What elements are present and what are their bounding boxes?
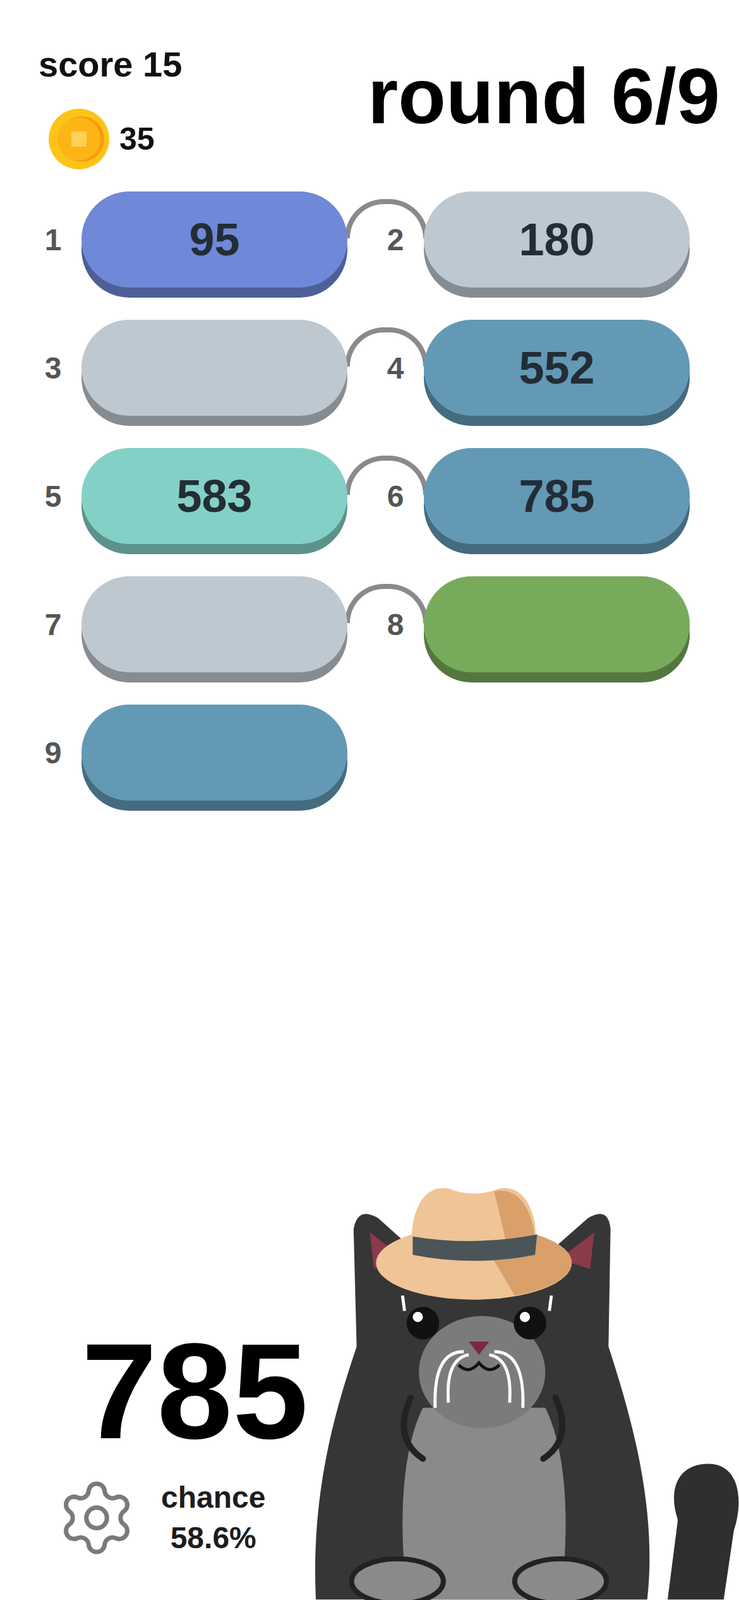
- slot: 6785: [380, 447, 690, 554]
- coin-balance: 35: [47, 107, 182, 171]
- slot-list: 19521803455255836785789: [0, 191, 739, 811]
- slot: 8: [380, 576, 690, 683]
- current-panel: 785 chance58.6%: [0, 1322, 306, 1600]
- slot: 9: [37, 704, 348, 811]
- slot-number: 2: [380, 191, 411, 288]
- slot-row: 78: [37, 576, 739, 683]
- slot-pill[interactable]: 552: [423, 319, 690, 416]
- slot: 2180: [380, 191, 690, 298]
- slot-number: 7: [37, 576, 69, 673]
- game-screen: score 1535round 6/9195218034552558367857…: [0, 0, 739, 1600]
- score: score 15: [38, 44, 182, 85]
- slot-number: 9: [37, 704, 69, 801]
- slot-row: 3 4552: [37, 319, 739, 426]
- slot: 4552: [380, 319, 690, 426]
- pair-connector: [344, 583, 429, 623]
- chance: chance58.6%: [161, 1476, 266, 1558]
- slot-number: 6: [380, 447, 411, 544]
- slot: 195: [37, 191, 348, 298]
- slot-number: 5: [37, 447, 69, 544]
- slot-row: 5583 6785: [37, 447, 739, 554]
- bottom-area: 785 chance58.6%: [0, 1182, 739, 1600]
- chance-value: 58.6%: [170, 1517, 257, 1558]
- slot-number: 4: [380, 319, 411, 416]
- slot-row: 9: [37, 704, 739, 811]
- header: score 15 35 round 6/9: [0, 0, 739, 171]
- coin-count: 35: [119, 120, 155, 158]
- settings-button[interactable]: [53, 1473, 140, 1561]
- chance-label: chance: [161, 1476, 266, 1518]
- slot-number: 8: [380, 576, 411, 673]
- slot-pill[interactable]: [81, 576, 348, 673]
- pair-connector: [344, 327, 429, 367]
- cat-mascot-icon: [310, 1182, 739, 1600]
- slot-pill[interactable]: 180: [423, 191, 690, 288]
- slot-row: 195 2180: [37, 191, 739, 298]
- slot: 5583: [37, 447, 348, 554]
- pair-connector: [344, 198, 429, 239]
- pair-connector: [344, 455, 429, 495]
- slot-pill[interactable]: 95: [81, 191, 348, 288]
- slot-pill[interactable]: 583: [81, 447, 348, 544]
- current-number: 785: [81, 1322, 306, 1459]
- slot-pill[interactable]: [81, 704, 348, 801]
- slot: 7: [37, 576, 348, 683]
- slot: 3: [37, 319, 348, 426]
- coin-icon: [47, 107, 111, 171]
- gear-icon: [55, 1476, 138, 1559]
- chance-row: chance58.6%: [53, 1473, 306, 1561]
- slot-number: 3: [37, 319, 69, 416]
- slot-pill[interactable]: 785: [423, 447, 690, 544]
- round-counter: round 6/9: [367, 56, 721, 136]
- slot-pill[interactable]: [423, 576, 690, 673]
- stats: score 15 35: [38, 44, 182, 171]
- slot-number: 1: [37, 191, 69, 288]
- slot-pill[interactable]: [81, 319, 348, 416]
